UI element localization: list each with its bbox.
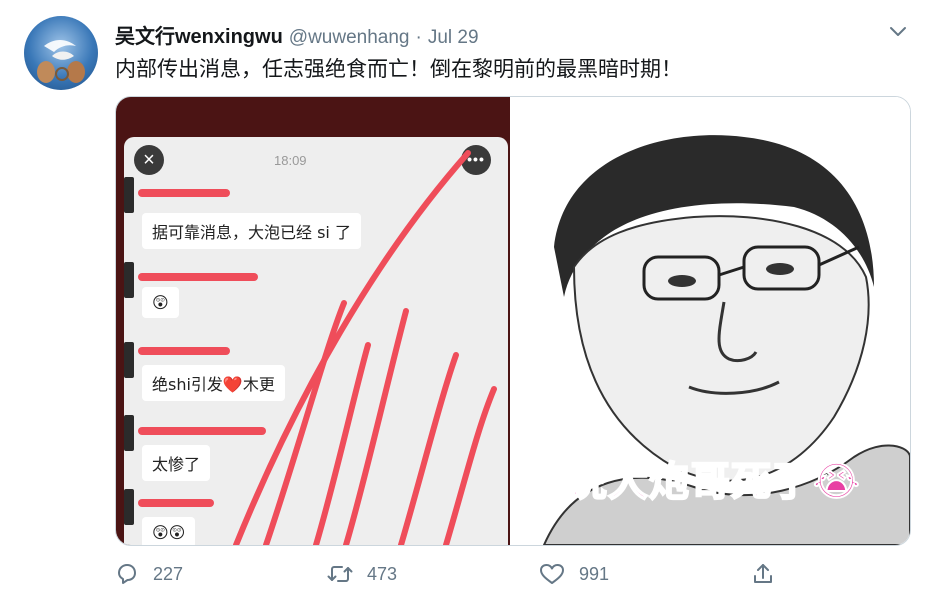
tweet-text: 内部传出消息，任志强绝食而亡！倒在黎明前的最黑暗时期！ (115, 57, 682, 81)
share-icon (754, 564, 772, 583)
user-handle[interactable]: @wuwenhang (289, 27, 410, 49)
retweet-icon (327, 566, 353, 582)
tweet-header: 吴文行wenxingwu @wuwenhang · Jul 29 (115, 20, 479, 49)
reply-button[interactable]: 227 (115, 562, 183, 586)
share-button[interactable] (751, 562, 775, 586)
avatar[interactable] (24, 16, 98, 90)
tweet-date[interactable]: Jul 29 (428, 27, 479, 49)
separator-dot: · (415, 27, 422, 48)
media-image-portrait[interactable]: 听说大炮哥死了😭 (514, 97, 910, 545)
tweet-media: × 18:09 ••• 据可靠消息，大泡已经 si 了 😲 绝shi引发❤️木更… (115, 96, 911, 546)
tweet[interactable]: 吴文行wenxingwu @wuwenhang · Jul 29 内部传出消息，… (0, 0, 932, 604)
portrait-caption: 听说大炮哥死了😭 (525, 458, 861, 506)
chevron-down-icon[interactable] (888, 24, 908, 40)
media-image-chat-screenshot[interactable]: × 18:09 ••• 据可靠消息，大泡已经 si 了 😲 绝shi引发❤️木更… (116, 97, 510, 545)
like-count: 991 (579, 563, 610, 584)
red-scribble-strokes (233, 150, 497, 545)
retweet-count: 473 (367, 563, 398, 584)
like-button[interactable]: 991 (539, 562, 609, 586)
retweet-button[interactable]: 473 (327, 562, 397, 586)
heart-icon (540, 564, 564, 584)
reply-icon (118, 564, 136, 584)
display-name[interactable]: 吴文行wenxingwu (115, 20, 283, 49)
tweet-actions: 227 473 991 (115, 558, 909, 598)
avatar-image (37, 40, 85, 83)
reply-count: 227 (153, 563, 184, 584)
